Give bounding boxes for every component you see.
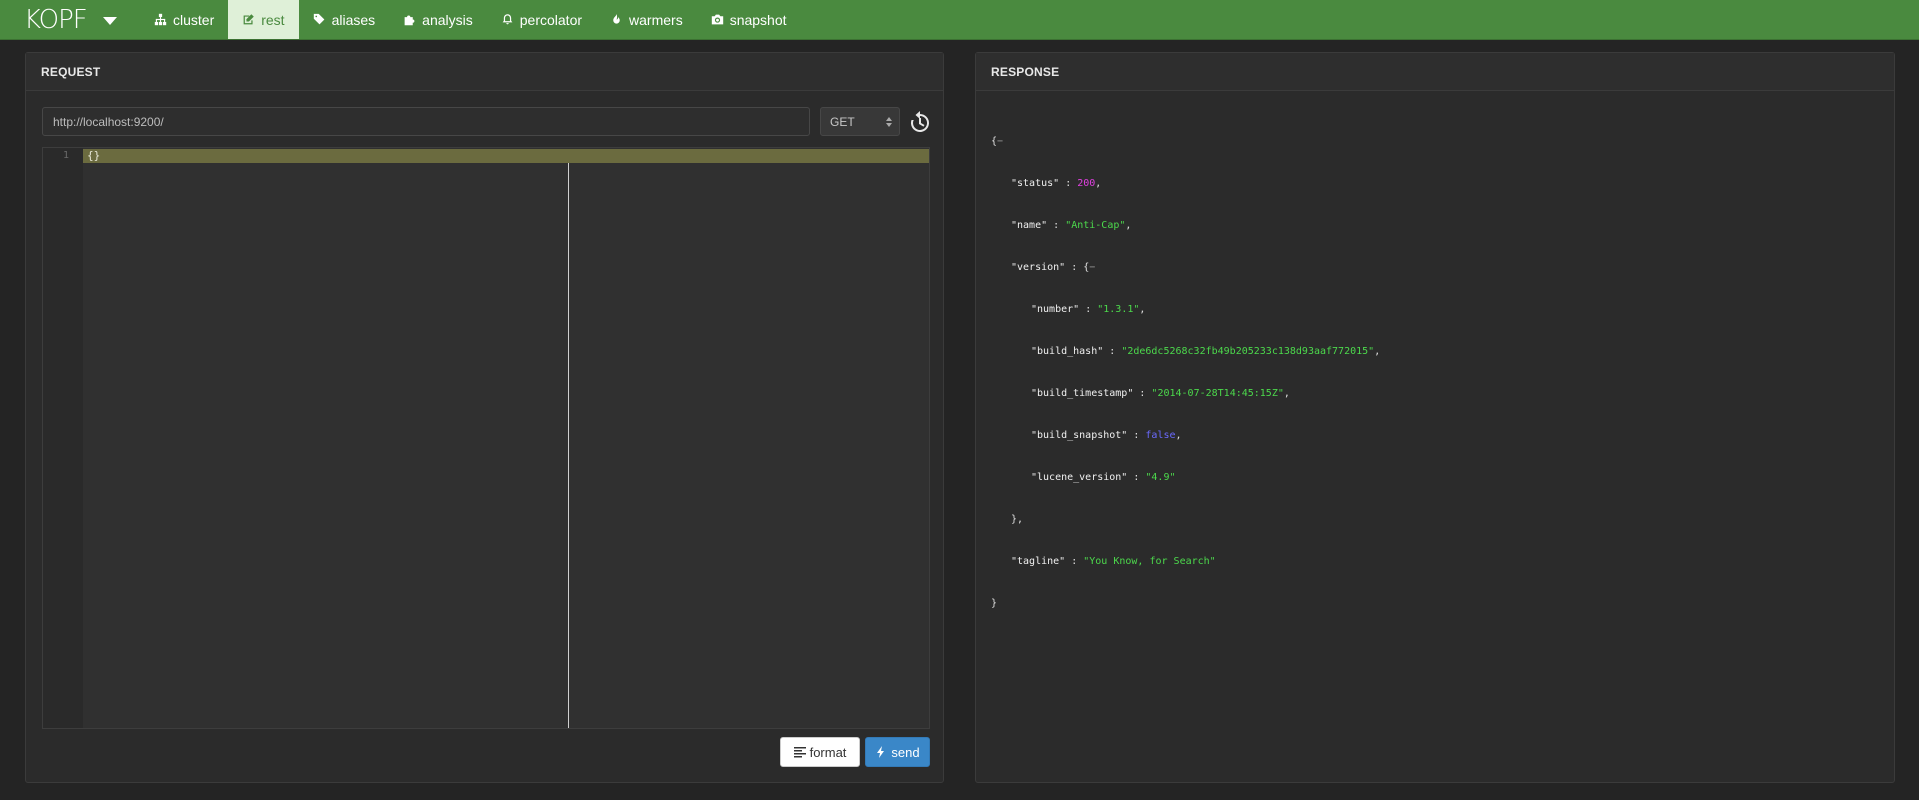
nav-tab-percolator[interactable]: percolator	[487, 0, 596, 39]
editor-gutter: 1	[43, 148, 83, 728]
nav-tab-analysis[interactable]: analysis	[389, 0, 487, 39]
send-button[interactable]: send	[865, 737, 930, 767]
nav-tab-label: percolator	[519, 11, 583, 28]
tags-icon	[313, 13, 324, 25]
json-line: "build_timestamp" : "2014-07-28T14:45:15…	[1031, 388, 1290, 399]
json-line: {−	[991, 136, 1004, 147]
request-body-editor[interactable]: 1 {}	[42, 147, 930, 729]
json-line: "tagline" : "You Know, for Search"	[1011, 556, 1216, 567]
method-select-value: GET	[830, 114, 855, 129]
editor-code-line: {}	[87, 149, 101, 162]
brand-menu[interactable]: KOPF	[0, 0, 140, 39]
json-line: },	[1011, 514, 1024, 525]
nav-tab-label: aliases	[331, 11, 376, 28]
sitemap-icon	[154, 13, 167, 26]
caret-down-icon[interactable]	[102, 16, 117, 25]
nav-tab-aliases[interactable]: aliases	[299, 0, 390, 39]
active-line-highlight	[83, 149, 929, 163]
bolt-icon	[877, 746, 885, 758]
format-button-label: format	[809, 744, 847, 760]
json-line: "build_hash" : "2de6dc5268c32fb49b205233…	[1031, 346, 1381, 357]
nav-tab-label: rest	[261, 11, 285, 28]
response-heading: RESPONSE	[976, 53, 1894, 91]
align-left-icon	[793, 747, 806, 758]
json-line: "name" : "Anti-Cap",	[1011, 220, 1132, 231]
nav-tab-warmers[interactable]: warmers	[596, 0, 697, 39]
nav-tab-label: cluster	[173, 11, 215, 28]
request-heading: REQUEST	[26, 53, 943, 91]
nav-tab-label: warmers	[629, 11, 683, 28]
send-button-label: send	[891, 744, 920, 760]
nav-tab-cluster[interactable]: cluster	[140, 0, 228, 39]
collapse-toggle-icon[interactable]: −	[1089, 262, 1095, 273]
url-input[interactable]	[42, 107, 810, 136]
json-line: "lucene_version" : "4.9"	[1031, 472, 1176, 483]
nav-tab-rest[interactable]: rest	[228, 0, 299, 39]
nav-tab-label: analysis	[422, 11, 473, 28]
json-line: "status" : 200,	[1011, 178, 1102, 189]
json-line: "number" : "1.3.1",	[1031, 304, 1146, 315]
collapse-toggle-icon[interactable]: −	[997, 136, 1003, 147]
json-line: }	[991, 598, 998, 609]
puzzle-icon	[404, 15, 415, 26]
edit-icon	[243, 14, 255, 25]
request-panel: REQUEST GET 1 {} format send	[25, 52, 944, 783]
history-icon[interactable]	[908, 110, 932, 134]
method-select[interactable]: GET	[820, 107, 900, 136]
json-line: "build_snapshot" : false,	[1031, 430, 1182, 441]
response-json-view: {− "status" : 200, "name" : "Anti-Cap", …	[991, 107, 1380, 639]
select-arrows-icon	[886, 117, 892, 127]
fire-icon	[613, 13, 620, 24]
nav-tab-snapshot[interactable]: snapshot	[697, 0, 801, 39]
camera-icon	[711, 14, 723, 25]
print-margin	[568, 163, 569, 728]
top-navbar: KOPF cluster rest aliases analysis perco…	[0, 0, 1919, 40]
nav-tab-label: snapshot	[729, 11, 787, 28]
format-button[interactable]: format	[780, 737, 860, 767]
json-line: "version" : {−	[1011, 262, 1096, 273]
brand-logo: KOPF	[24, 4, 88, 35]
bell-icon	[502, 14, 513, 25]
response-panel: RESPONSE {− "status" : 200, "name" : "An…	[975, 52, 1895, 783]
line-number: 1	[62, 150, 69, 161]
